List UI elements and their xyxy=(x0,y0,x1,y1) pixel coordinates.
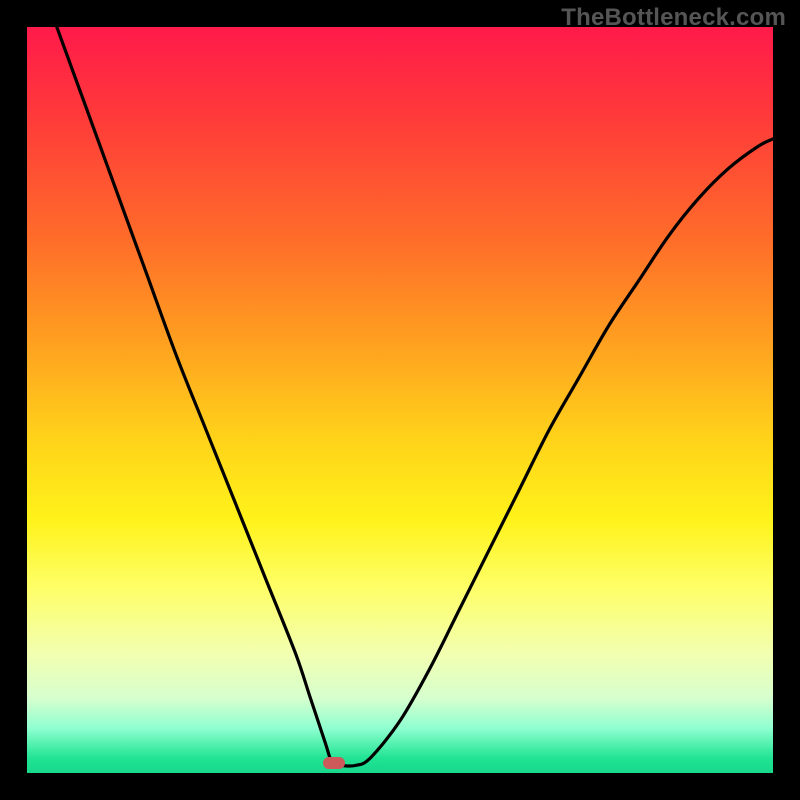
optimal-marker xyxy=(323,757,345,769)
bottleneck-curve xyxy=(27,27,773,773)
plot-area xyxy=(27,27,773,773)
chart-frame: TheBottleneck.com xyxy=(0,0,800,800)
